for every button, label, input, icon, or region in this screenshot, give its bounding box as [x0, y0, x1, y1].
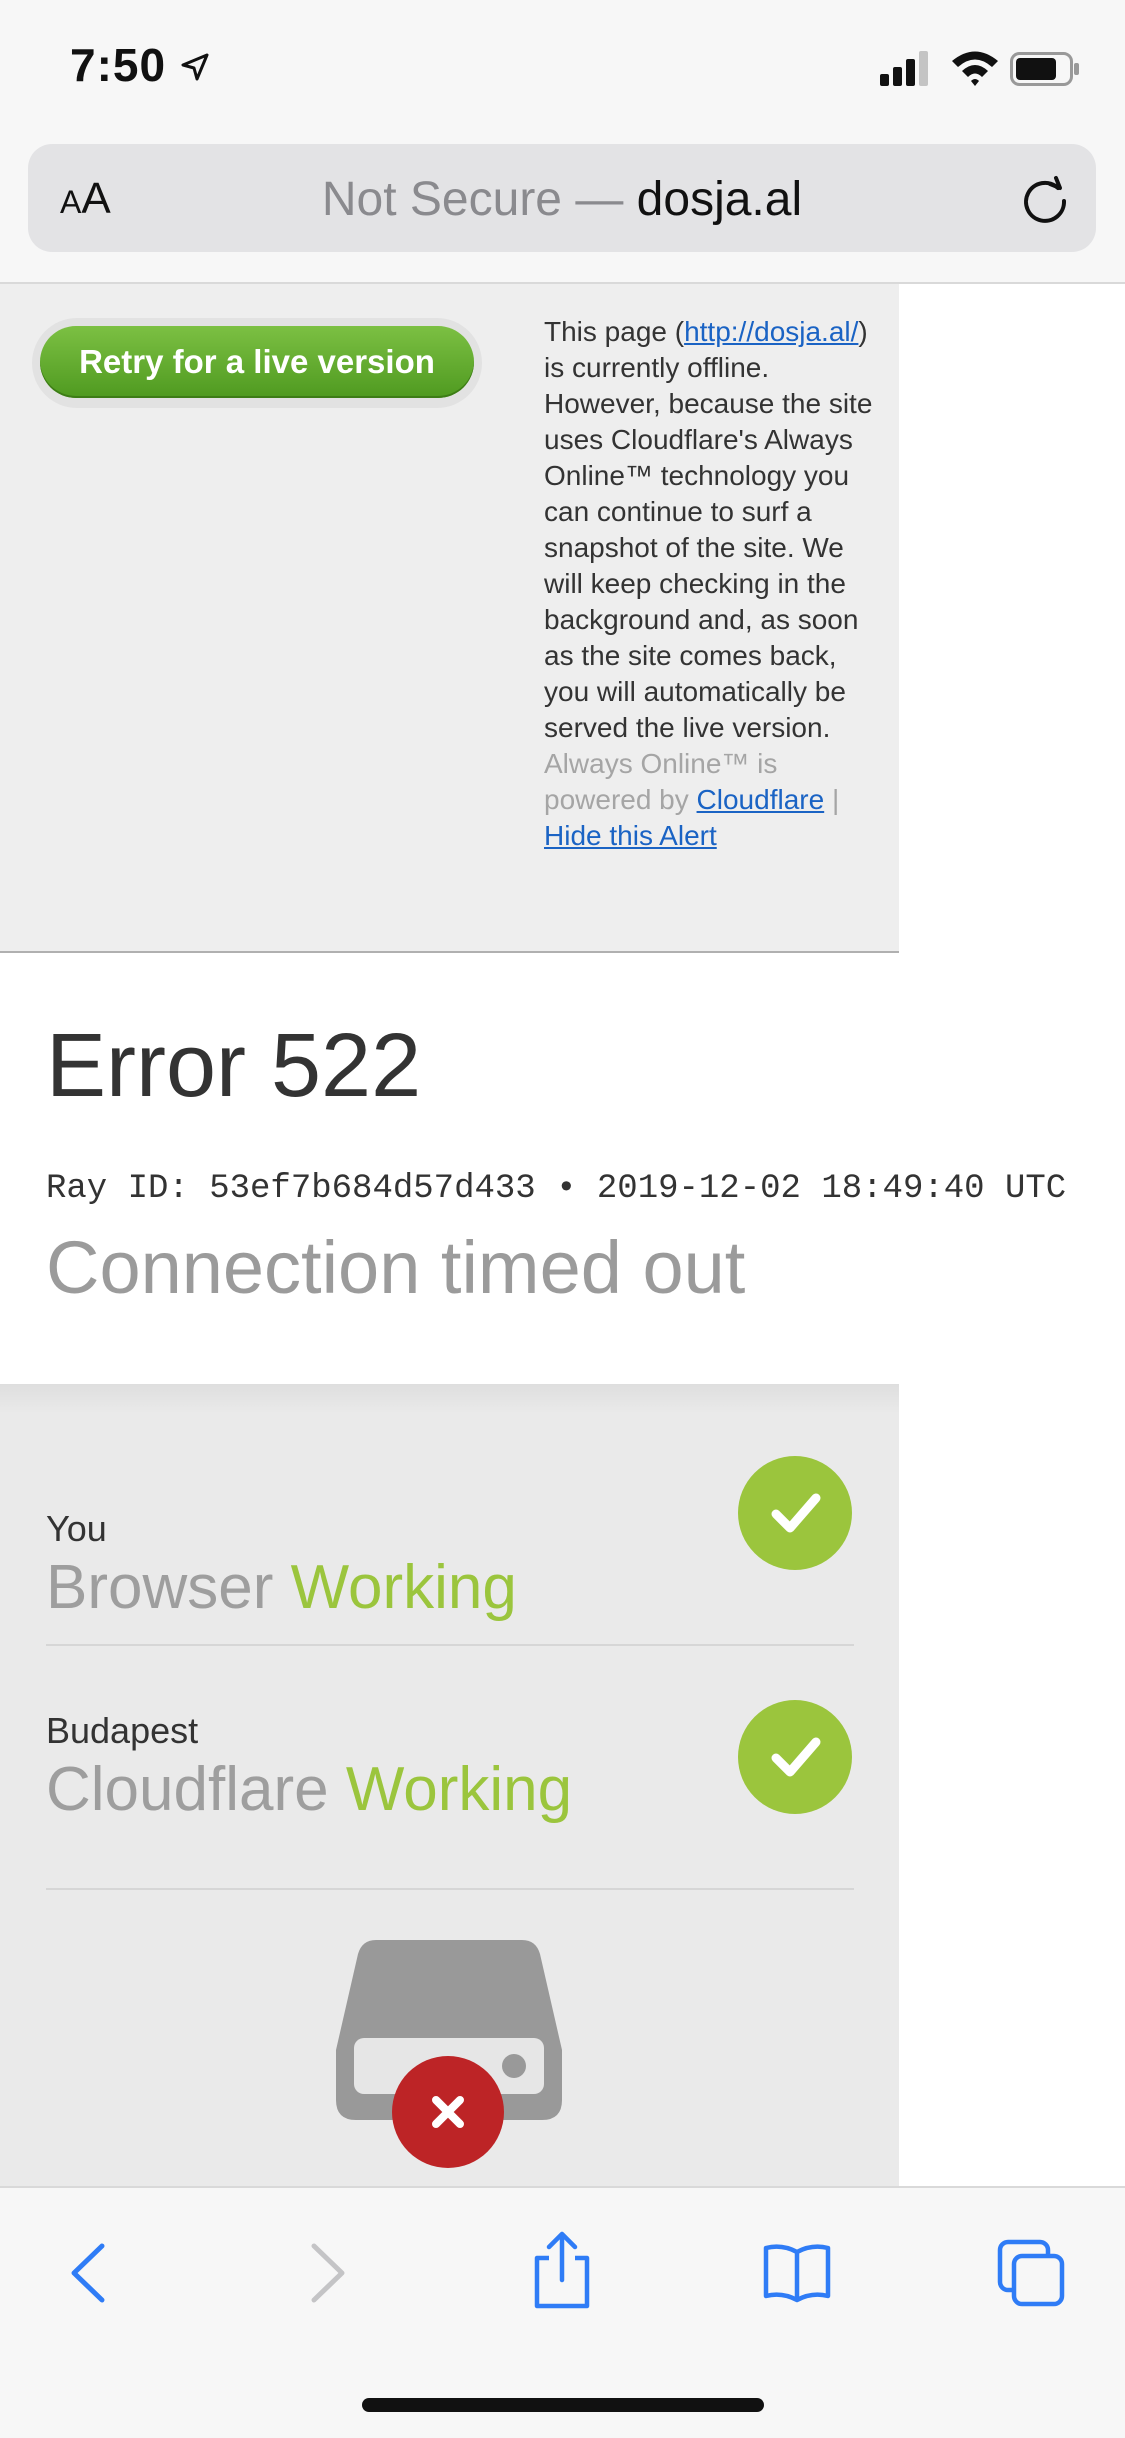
battery-icon [1010, 52, 1079, 86]
hide-alert-link[interactable]: Hide this Alert [544, 820, 717, 851]
row-divider [46, 1644, 854, 1646]
error-subtitle: Connection timed out [46, 1226, 746, 1309]
url-display[interactable]: Not Secure — dosja.al [28, 172, 1096, 227]
ray-id: Ray ID: 53ef7b684d57d433 • 2019-12-02 18… [46, 1170, 1067, 1208]
status-time: 7:50 [70, 39, 167, 91]
page-link[interactable]: http://dosja.al/ [684, 316, 858, 347]
url-host: dosja.al [636, 173, 803, 226]
status-location: Budapest [46, 1710, 199, 1751]
chevron-left-icon[interactable] [56, 2238, 126, 2308]
banner-message: This page (http://dosja.al/) is currentl… [544, 316, 873, 851]
cellular-signal-icon [880, 51, 928, 86]
status-name: Browser Working [46, 1553, 517, 1622]
chevron-right-icon[interactable] [290, 2238, 360, 2308]
book-icon[interactable] [762, 2238, 832, 2308]
browser-address-area: AA Not Secure — dosja.al [0, 140, 1125, 284]
checkmark-icon [738, 1456, 852, 1570]
status-bar: 7:50 [0, 0, 1125, 140]
location-arrow-icon [181, 53, 209, 81]
status-location: You [46, 1508, 107, 1549]
cloudflare-link[interactable]: Cloudflare [697, 784, 825, 815]
status-name: Cloudflare Working [46, 1755, 573, 1824]
status-row-browser: You Browser Working [46, 1508, 854, 1628]
retry-live-version-button[interactable]: Retry for a live version [40, 326, 474, 398]
status-working: Working [345, 1755, 573, 1824]
home-indicator [362, 2398, 764, 2412]
address-bar[interactable]: AA Not Secure — dosja.al [28, 144, 1096, 252]
error-title: Error 522 [46, 1016, 422, 1116]
checkmark-icon [738, 1700, 852, 1814]
error-x-icon [392, 2056, 504, 2168]
status-row-cloudflare: Budapest Cloudflare Working [46, 1710, 854, 1830]
row-divider [46, 1888, 854, 1890]
wifi-icon [952, 51, 998, 86]
not-secure-label: Not Secure — [321, 173, 637, 226]
share-icon[interactable] [527, 2230, 597, 2310]
retry-button-wrapper: Retry for a live version [32, 318, 482, 408]
status-working: Working [290, 1553, 517, 1622]
tabs-icon[interactable] [996, 2238, 1066, 2308]
reload-icon[interactable] [1018, 174, 1072, 228]
always-online-banner: Retry for a live version This page (http… [0, 284, 899, 953]
